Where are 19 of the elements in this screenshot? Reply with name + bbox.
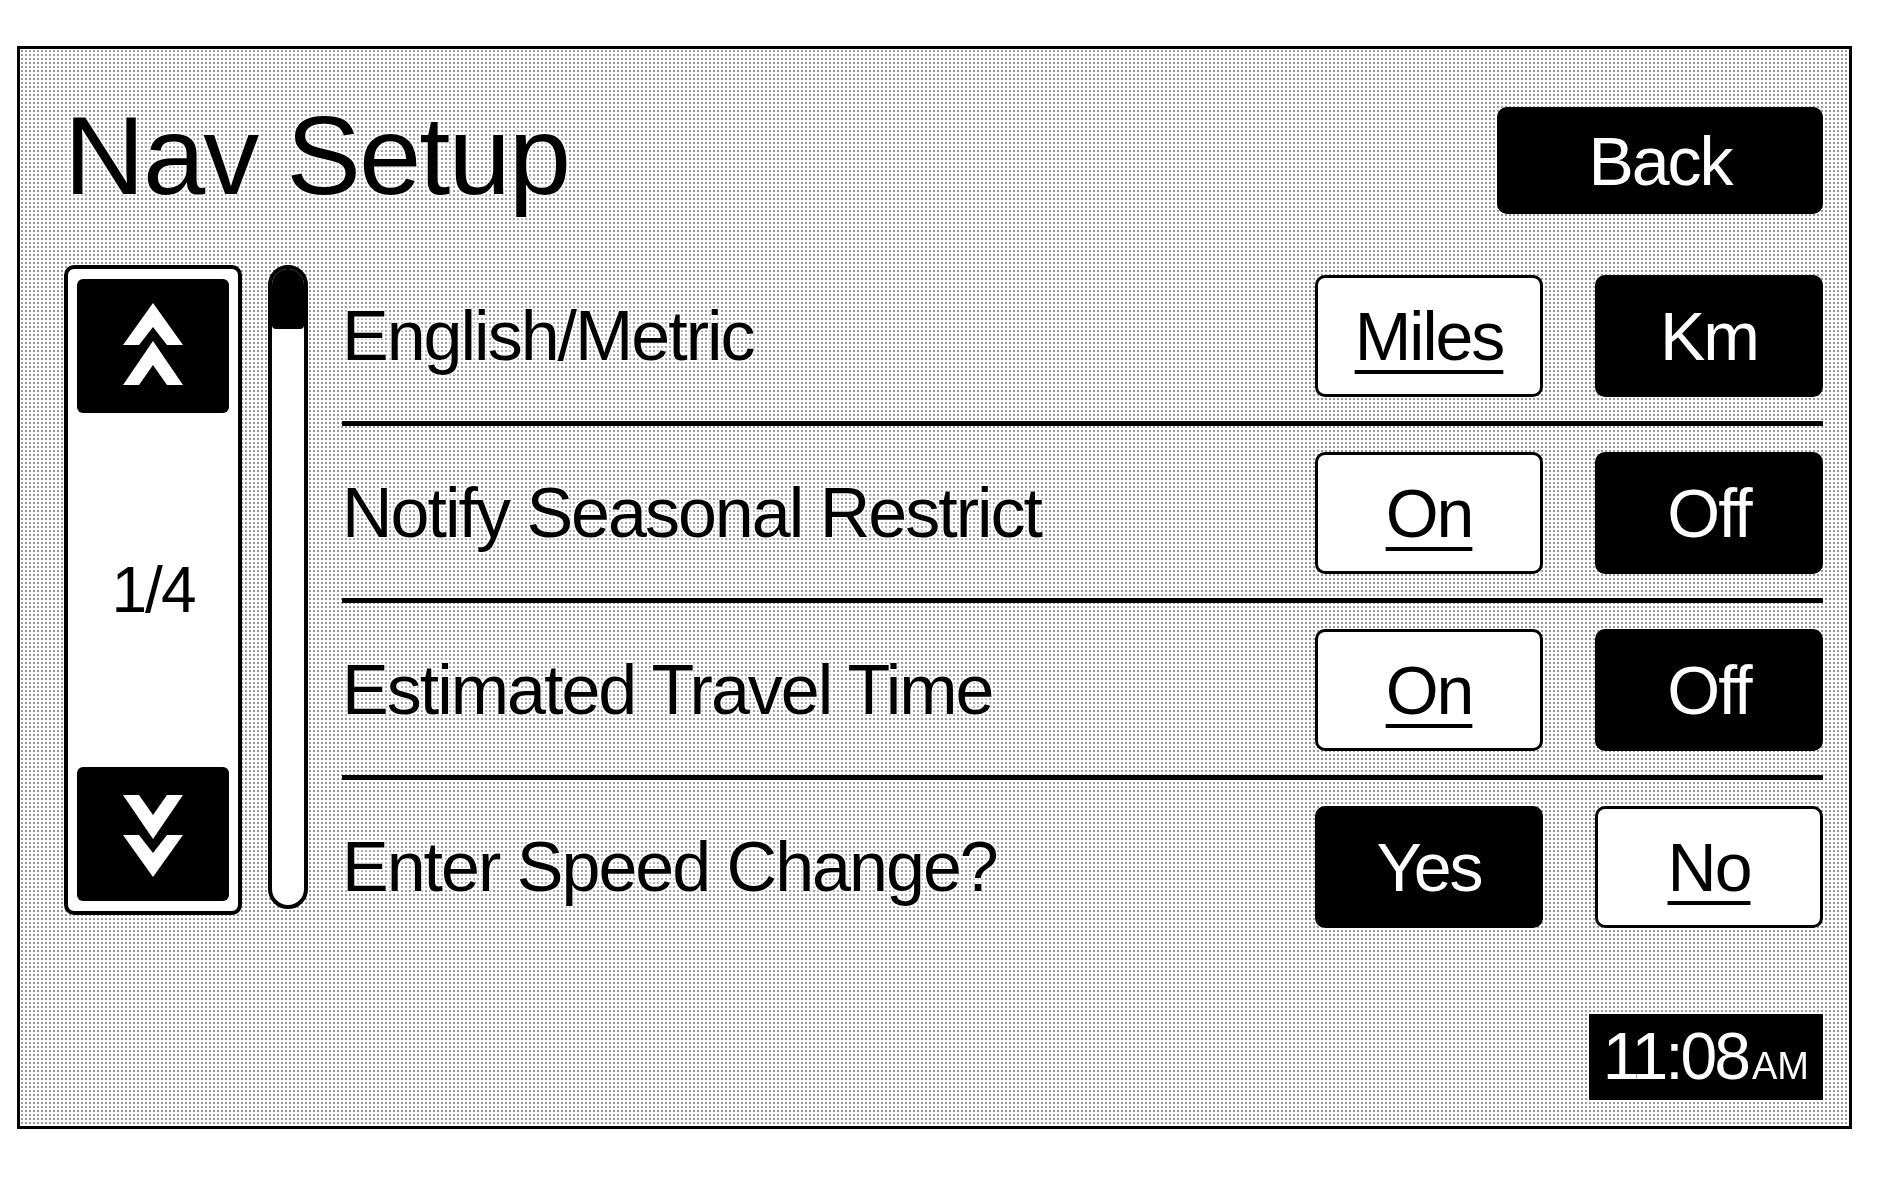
screen-title: Nav Setup (63, 92, 570, 220)
setting-label: English/Metric (342, 296, 754, 376)
setting-label: Notify Seasonal Restrict (342, 473, 1041, 553)
option-button[interactable]: Yes (1315, 806, 1543, 928)
option-button[interactable]: Miles (1315, 275, 1543, 397)
scroll-up-button[interactable] (77, 279, 229, 413)
option-button[interactable]: Off (1595, 452, 1823, 574)
page-indicator: 1/4 (111, 553, 195, 627)
scroll-down-button[interactable] (77, 767, 229, 901)
back-button[interactable]: Back (1497, 107, 1823, 214)
option-button[interactable]: Km (1595, 275, 1823, 397)
option-button[interactable]: On (1315, 452, 1543, 574)
option-button[interactable]: No (1595, 806, 1823, 928)
option-button[interactable]: Off (1595, 629, 1823, 751)
setting-label: Enter Speed Change? (342, 827, 997, 907)
setting-label: Estimated Travel Time (342, 650, 993, 730)
clock-period: AM (1752, 1045, 1809, 1088)
option-button[interactable]: On (1315, 629, 1543, 751)
clock-time: 11:08 (1602, 1018, 1748, 1094)
